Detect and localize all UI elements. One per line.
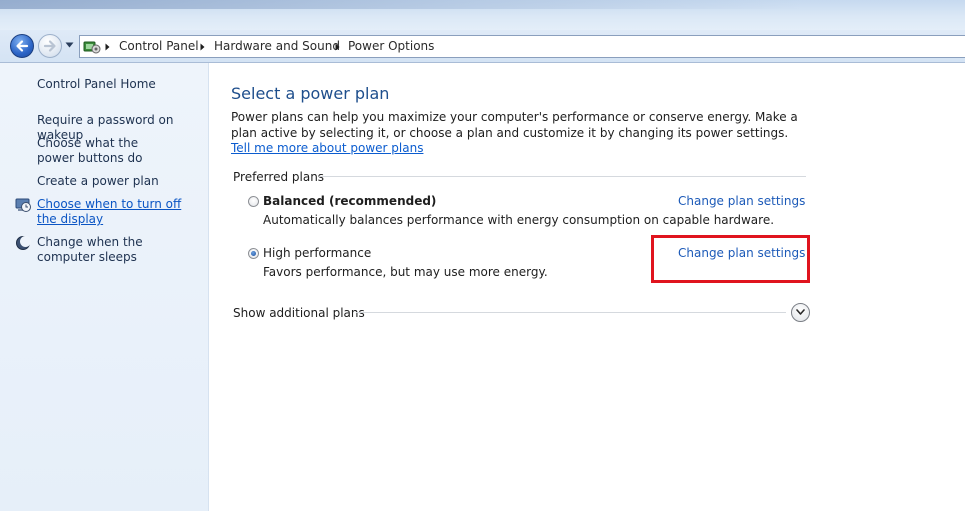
sidebar-item-turn-off-display[interactable]: Choose when to turn off the display xyxy=(37,197,195,227)
main-content: Select a power plan Power plans can help… xyxy=(209,63,965,511)
sidebar-item-power-buttons[interactable]: Choose what the power buttons do xyxy=(37,136,177,166)
control-panel-icon xyxy=(83,41,101,54)
plan-description-balanced: Automatically balances performance with … xyxy=(263,213,775,227)
titlebar-glass xyxy=(0,0,800,9)
radio-balanced[interactable] xyxy=(248,196,259,207)
recent-pages-dropdown-icon[interactable] xyxy=(65,42,74,48)
section-divider xyxy=(319,176,806,177)
radio-high-performance[interactable] xyxy=(248,248,259,259)
additional-plans-divider xyxy=(356,312,786,313)
plan-name-balanced[interactable]: Balanced (recommended) xyxy=(263,194,436,208)
breadcrumb-control-panel[interactable]: Control Panel xyxy=(119,39,199,53)
sidebar-item-create-plan[interactable]: Create a power plan xyxy=(37,174,205,189)
breadcrumb-separator-icon[interactable] xyxy=(105,43,110,51)
change-plan-settings-balanced[interactable]: Change plan settings xyxy=(678,194,805,208)
back-button[interactable] xyxy=(10,34,34,58)
breadcrumb-separator-icon[interactable] xyxy=(335,43,340,51)
expand-additional-plans-button[interactable] xyxy=(791,303,810,322)
show-additional-plans[interactable]: Show additional plans xyxy=(233,306,365,320)
chevron-down-icon xyxy=(796,309,805,315)
arrow-right-icon xyxy=(43,40,56,52)
plan-description-high-performance: Favors performance, but may use more ene… xyxy=(263,265,548,279)
arrow-left-icon xyxy=(16,40,29,52)
address-bar[interactable]: Control Panel Hardware and Sound Power O… xyxy=(79,35,965,58)
highlight-annotation-box xyxy=(651,235,810,283)
page-description: Power plans can help you maximize your c… xyxy=(231,110,811,157)
forward-button[interactable] xyxy=(38,34,62,58)
navigation-bar: Control Panel Hardware and Sound Power O… xyxy=(0,30,965,63)
description-text: Power plans can help you maximize your c… xyxy=(231,110,798,140)
sidebar-control-panel-home[interactable]: Control Panel Home xyxy=(37,77,205,92)
moon-icon xyxy=(16,236,31,250)
window-titlebar xyxy=(0,0,965,30)
breadcrumb-separator-icon[interactable] xyxy=(200,43,205,51)
sidebar: Control Panel Home Require a password on… xyxy=(0,63,209,511)
learn-more-link[interactable]: Tell me more about power plans xyxy=(231,141,423,155)
monitor-clock-icon xyxy=(15,198,31,212)
breadcrumb-hardware-and-sound[interactable]: Hardware and Sound xyxy=(214,39,340,53)
breadcrumb-power-options[interactable]: Power Options xyxy=(348,39,434,53)
sidebar-item-computer-sleeps[interactable]: Change when the computer sleeps xyxy=(37,235,195,265)
preferred-plans-label: Preferred plans xyxy=(233,170,325,184)
plan-name-high-performance[interactable]: High performance xyxy=(263,246,371,260)
page-title: Select a power plan xyxy=(231,84,390,103)
